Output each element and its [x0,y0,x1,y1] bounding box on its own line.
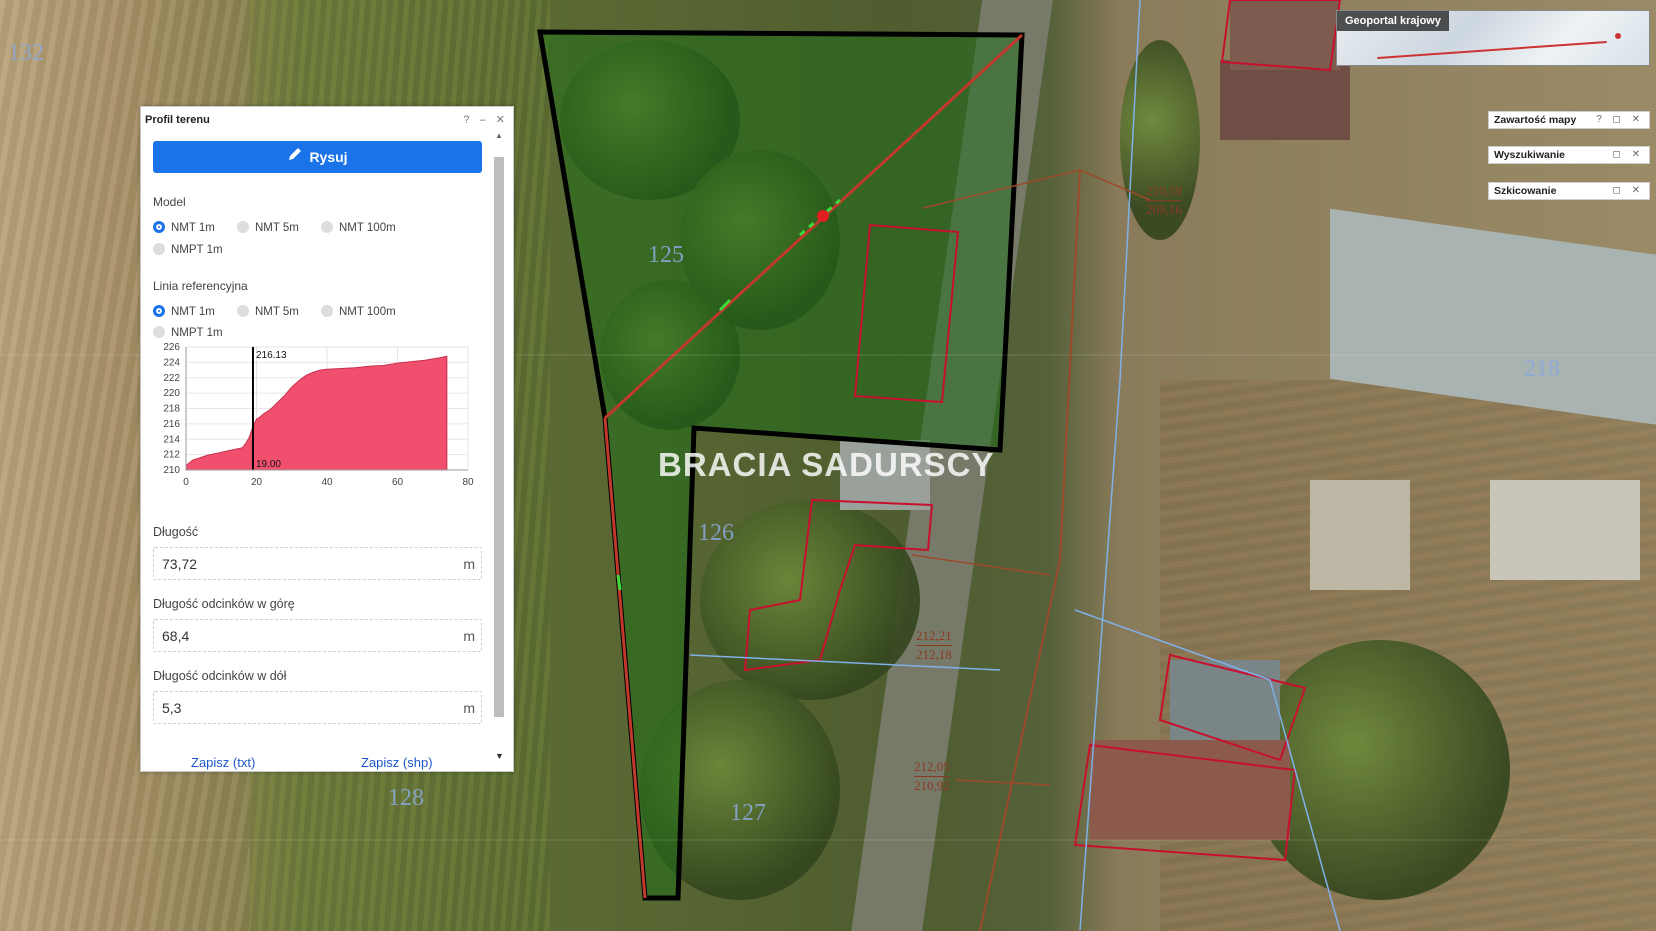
panel-title: Profil terenu [145,114,210,126]
model-option-nmt100[interactable]: NMT 100m [321,221,396,234]
y-tick-label: 224 [163,357,180,368]
building-outline [1073,743,1297,862]
widget-sketching[interactable]: Szkicowanie ◻ ✕ [1488,182,1650,200]
length-field[interactable]: 73,72 m [153,547,482,580]
radio-selected-icon [153,305,165,317]
y-tick-label: 218 [163,404,180,415]
draw-button[interactable]: Rysuj [153,141,482,173]
y-tick-label: 226 [163,342,180,353]
radio-icon [321,221,333,233]
location-marker-icon [1615,33,1621,39]
model-option-nmt5[interactable]: NMT 5m [237,221,299,234]
uphill-length-label: Długość odcinków w górę [153,597,295,611]
model-option-nmt1[interactable]: NMT 1m [153,221,215,234]
y-tick-label: 214 [163,434,180,445]
y-tick-label: 220 [163,388,180,399]
building-outline [1158,653,1307,762]
ref-option-nmpt1[interactable]: NMPT 1m [153,326,223,339]
uphill-length-field[interactable]: 68,4 m [153,619,482,652]
height-label: 212,21 212,18 [916,628,952,662]
widget-controls[interactable]: ◻ ✕ [1613,149,1644,160]
panel-header[interactable]: Profil terenu ? – ✕ [141,107,513,133]
model-option-nmpt1[interactable]: NMPT 1m [153,243,223,256]
close-icon[interactable]: ✕ [496,114,505,126]
reference-line-label: Linia referencyjna [153,279,248,293]
downhill-length-field[interactable]: 5,3 m [153,691,482,724]
length-label: Długość [153,525,199,539]
parcel-number: 218 [1524,356,1560,382]
ref-option-nmt100[interactable]: NMT 100m [321,305,396,318]
x-tick-label: 80 [462,477,474,488]
x-tick-label: 0 [183,477,189,488]
minimap-title: Geoportal krajowy [1337,11,1449,31]
scroll-down-icon[interactable]: ▼ [495,751,504,761]
widget-search[interactable]: Wyszukiwanie ◻ ✕ [1488,146,1650,164]
save-txt-link[interactable]: Zapisz (txt) [191,755,255,770]
parcel-number: 125 [648,242,684,268]
save-shp-link[interactable]: Zapisz (shp) [361,755,433,770]
widget-map-content[interactable]: Zawartość mapy ? ◻ ✕ [1488,111,1650,129]
ref-option-nmt1[interactable]: NMT 1m [153,305,215,318]
ref-option-nmt5[interactable]: NMT 5m [237,305,299,318]
height-label: 210,59 209,16 [1146,183,1182,217]
cursor-elevation-label: 216.13 [256,350,287,361]
widget-controls[interactable]: ? ◻ ✕ [1596,114,1644,125]
profile-cursor [817,210,829,222]
parcel-number: 126 [698,520,734,546]
scroll-up-icon[interactable]: ▲ [495,131,503,140]
y-tick-label: 210 [163,465,180,476]
radio-icon [153,326,165,338]
overview-minimap[interactable]: Geoportal krajowy [1336,10,1650,66]
x-tick-label: 20 [251,477,263,488]
terrain-profile-panel: Profil terenu ? – ✕ Rysuj Model NMT 1m N… [140,106,514,772]
pencil-icon [287,141,303,173]
parcel-number: 128 [388,785,424,811]
watermark: BRACIA SADURSCY [658,446,995,483]
building-outline [1220,0,1342,72]
radio-selected-icon [153,221,165,233]
radio-icon [153,243,165,255]
y-tick-label: 216 [163,419,180,430]
y-tick-label: 212 [163,450,180,461]
scrollbar[interactable] [492,143,506,743]
y-tick-label: 222 [163,373,180,384]
scrollbar-thumb[interactable] [494,157,504,717]
minimize-icon[interactable]: – [480,114,486,126]
cursor-distance-label: 19.00 [256,459,281,470]
profile-chart-svg: 210 212 214 216 218 220 222 224 226 0 20 40 60 80 216.… [163,342,474,488]
x-tick-label: 60 [392,477,404,488]
radio-icon [321,305,333,317]
widget-controls[interactable]: ◻ ✕ [1613,185,1644,196]
radio-icon [237,305,249,317]
height-label: 212,05 210,92 [914,759,950,793]
radio-icon [237,221,249,233]
x-tick-label: 40 [321,477,333,488]
help-icon[interactable]: ? [463,114,469,126]
profile-chart[interactable]: 210 212 214 216 218 220 222 224 226 0 20 40 60 80 216.… [141,339,481,499]
model-label: Model [153,195,186,209]
profile-area [185,355,448,471]
parcel-number: 132 [8,40,44,66]
building-outline [743,498,934,672]
parcel-number: 127 [730,800,766,826]
downhill-length-label: Długość odcinków w dół [153,669,287,683]
